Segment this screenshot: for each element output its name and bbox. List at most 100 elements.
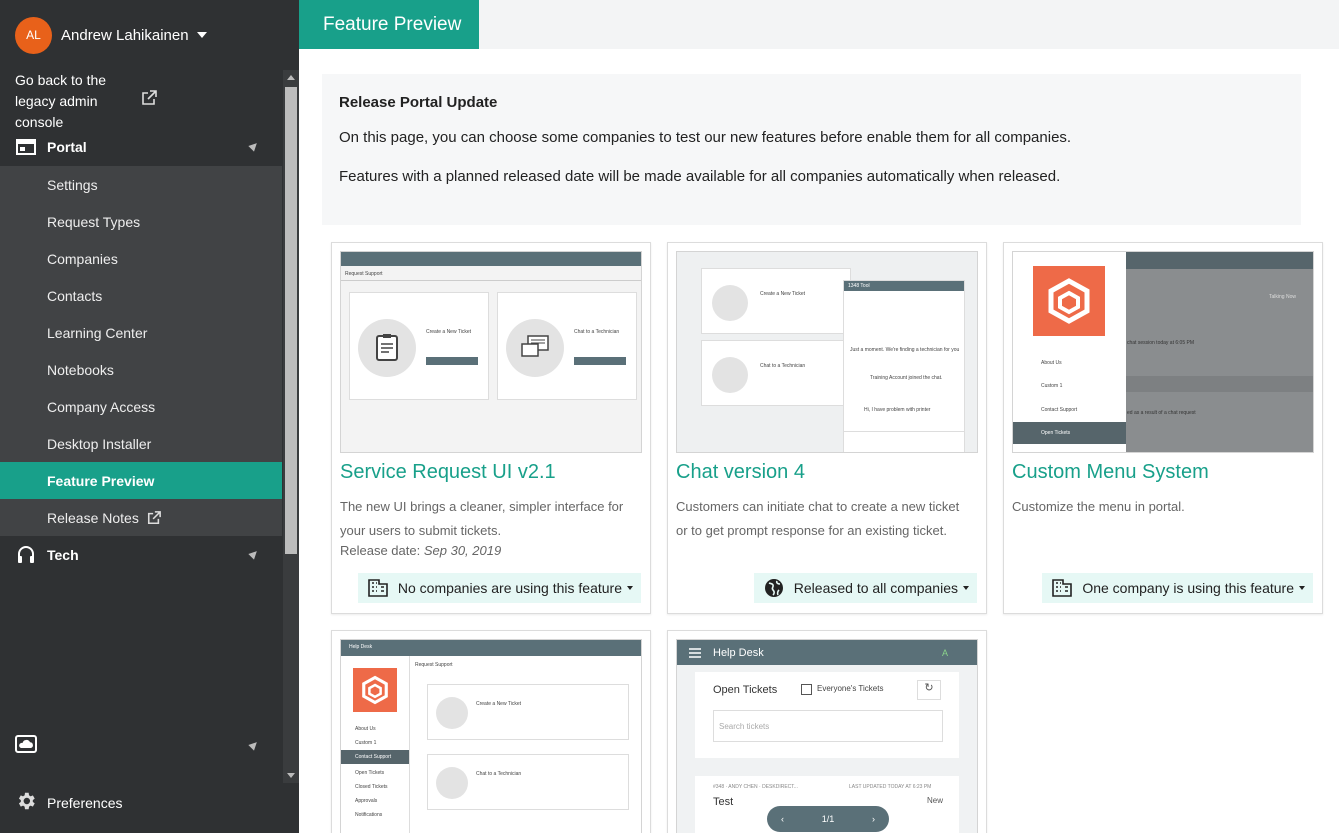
feature-card: Talking Now chat session today at 6:05 P…	[1003, 242, 1323, 614]
sidebar-item-desktop-installer[interactable]: Desktop Installer	[0, 425, 282, 462]
logo	[1033, 266, 1105, 336]
mini-header-bar: Help Desk A	[677, 640, 977, 665]
mini-text: Hi, I have problem with printer	[864, 407, 931, 413]
sidebar-item-companies[interactable]: Companies	[0, 240, 282, 277]
mini-text: Closed Tickets	[355, 784, 388, 790]
sidebar-item-settings[interactable]: Settings	[0, 166, 282, 203]
mini-text: Contact Support	[355, 754, 392, 760]
mini-text: Request Support	[415, 662, 453, 668]
sidebar-item-learning-center[interactable]: Learning Center	[0, 314, 282, 351]
mini-text: #348 · ANDY CHEN · DESKDIRECT...	[713, 784, 798, 790]
menu-icon	[689, 647, 701, 658]
sidebar-item-company-access[interactable]: Company Access	[0, 388, 282, 425]
mini-option-box: Create a New Ticket	[701, 268, 851, 334]
main-content: Release Portal Update On this page, you …	[299, 49, 1339, 833]
avatar: A	[937, 645, 953, 661]
caret-down-icon	[963, 586, 969, 590]
mini-ticket-panel: Open Tickets Everyone's Tickets ↻ Search…	[695, 672, 959, 758]
legacy-console-link[interactable]: Go back to the legacy admin console	[0, 72, 282, 130]
nav-section-cloud[interactable]	[0, 728, 282, 764]
logo	[353, 668, 397, 712]
feature-status-label: No companies are using this feature	[397, 580, 622, 596]
feature-description: The new UI brings a cleaner, simpler int…	[340, 499, 624, 538]
sidebar-item-request-types[interactable]: Request Types	[0, 203, 282, 240]
user-name: Andrew Lahikainen	[61, 26, 189, 44]
mini-option-box: Chat to a Technician	[427, 754, 629, 810]
scroll-up-icon[interactable]	[287, 75, 295, 80]
feature-title: Service Request UI v2.1	[340, 461, 556, 483]
chevron-left-icon: ‹	[781, 814, 784, 824]
sidebar-scrollbar[interactable]	[283, 70, 299, 783]
mini-chat-window: 1348 Tool Just a moment. We're finding a…	[843, 280, 965, 452]
external-link-icon	[147, 510, 161, 525]
headset-icon	[15, 545, 37, 565]
mini-option-box: Create a New Ticket	[427, 684, 629, 740]
chevron-right-icon: ›	[871, 814, 875, 824]
mini-text: About Us	[355, 726, 376, 732]
tab-feature-preview[interactable]: Feature Preview	[299, 0, 479, 49]
mini-text: Contact Support	[1041, 407, 1078, 413]
caret-down-icon	[196, 32, 207, 38]
portal-icon	[15, 137, 37, 157]
feature-card: Help Desk Request Support Create a New T…	[331, 630, 651, 833]
mini-text: Help Desk	[713, 646, 764, 659]
user-menu[interactable]: AL Andrew Lahikainen	[15, 16, 207, 54]
feature-preview-image: Talking Now chat session today at 6:05 P…	[1012, 251, 1314, 453]
sidebar-nav: Portal Settings Request Types Companies …	[0, 128, 282, 574]
sidebar: AL Andrew Lahikainen Go back to the lega…	[0, 0, 299, 833]
feature-status-dropdown[interactable]: Released to all companies	[753, 573, 977, 603]
collapse-icon	[248, 739, 260, 751]
scroll-down-icon[interactable]	[287, 773, 295, 778]
mini-text: Talking Now	[1269, 294, 1296, 300]
feature-status-dropdown[interactable]: No companies are using this feature	[357, 573, 641, 603]
mini-text: Custom 1	[355, 740, 377, 746]
mini-text: Chat to a Technician	[760, 363, 806, 369]
sidebar-item-feature-preview[interactable]: Feature Preview	[0, 462, 282, 499]
mini-text: Help Desk	[349, 644, 373, 650]
mini-text: Open Tickets	[355, 770, 385, 776]
mini-text: Chat to a Technician	[476, 771, 522, 777]
nav-section-portal[interactable]: Portal	[0, 128, 282, 166]
nav-section-portal-label: Portal	[47, 139, 87, 155]
cloud-icon	[15, 734, 37, 758]
mini-option-box: Chat to a Technician	[701, 340, 851, 406]
sidebar-item-release-notes[interactable]: Release Notes	[0, 499, 282, 536]
feature-preview-image: Help Desk Request Support Create a New T…	[340, 639, 642, 833]
collapse-icon	[248, 548, 260, 560]
feature-status-label: Released to all companies	[793, 580, 958, 596]
external-link-icon	[141, 90, 267, 112]
mini-text: Test	[713, 796, 734, 808]
nav-section-tech[interactable]: Tech	[0, 536, 282, 574]
caret-down-icon	[627, 586, 633, 590]
feature-card: Help Desk A Open Tickets Everyone's Tick…	[667, 630, 987, 833]
mini-text: Create a New Ticket	[426, 329, 472, 335]
mini-text: Training Account joined the chat.	[870, 375, 943, 381]
refresh-icon: ↻	[917, 680, 941, 700]
sidebar-item-contacts[interactable]: Contacts	[0, 277, 282, 314]
mini-text: About Us	[1041, 360, 1062, 366]
mini-text: Create a New Ticket	[760, 291, 806, 297]
mini-text: Request Support	[345, 271, 383, 277]
portal-submenu: Settings Request Types Companies Contact…	[0, 166, 282, 536]
scrollbar-thumb[interactable]	[285, 87, 297, 554]
sidebar-item-notebooks[interactable]: Notebooks	[0, 351, 282, 388]
mini-text: Create a New Ticket	[476, 701, 522, 707]
mini-text: Approvals	[355, 798, 378, 804]
mini-option-box: Create a New Ticket	[349, 292, 489, 400]
mini-text: Open Tickets	[713, 684, 778, 696]
nav-section-tech-label: Tech	[47, 547, 79, 563]
release-date-label: Release date:	[340, 543, 421, 558]
feature-preview-image: Create a New Ticket Chat to a Technician…	[676, 251, 978, 453]
globe-icon	[764, 578, 784, 598]
info-panel: Release Portal Update On this page, you …	[322, 74, 1301, 225]
release-date: Release date: Sep 30, 2019	[340, 543, 501, 558]
preferences-link[interactable]: Preferences	[15, 790, 122, 815]
caret-down-icon	[1299, 586, 1305, 590]
feature-card: Create a New Ticket Chat to a Technician…	[667, 242, 987, 614]
building-icon	[1052, 579, 1073, 597]
feature-status-dropdown[interactable]: One company is using this feature	[1042, 573, 1313, 603]
mini-text: Everyone's Tickets	[817, 684, 884, 693]
mini-text: 1/1	[821, 814, 835, 824]
mini-text: New	[927, 796, 944, 805]
collapse-icon	[248, 140, 260, 152]
